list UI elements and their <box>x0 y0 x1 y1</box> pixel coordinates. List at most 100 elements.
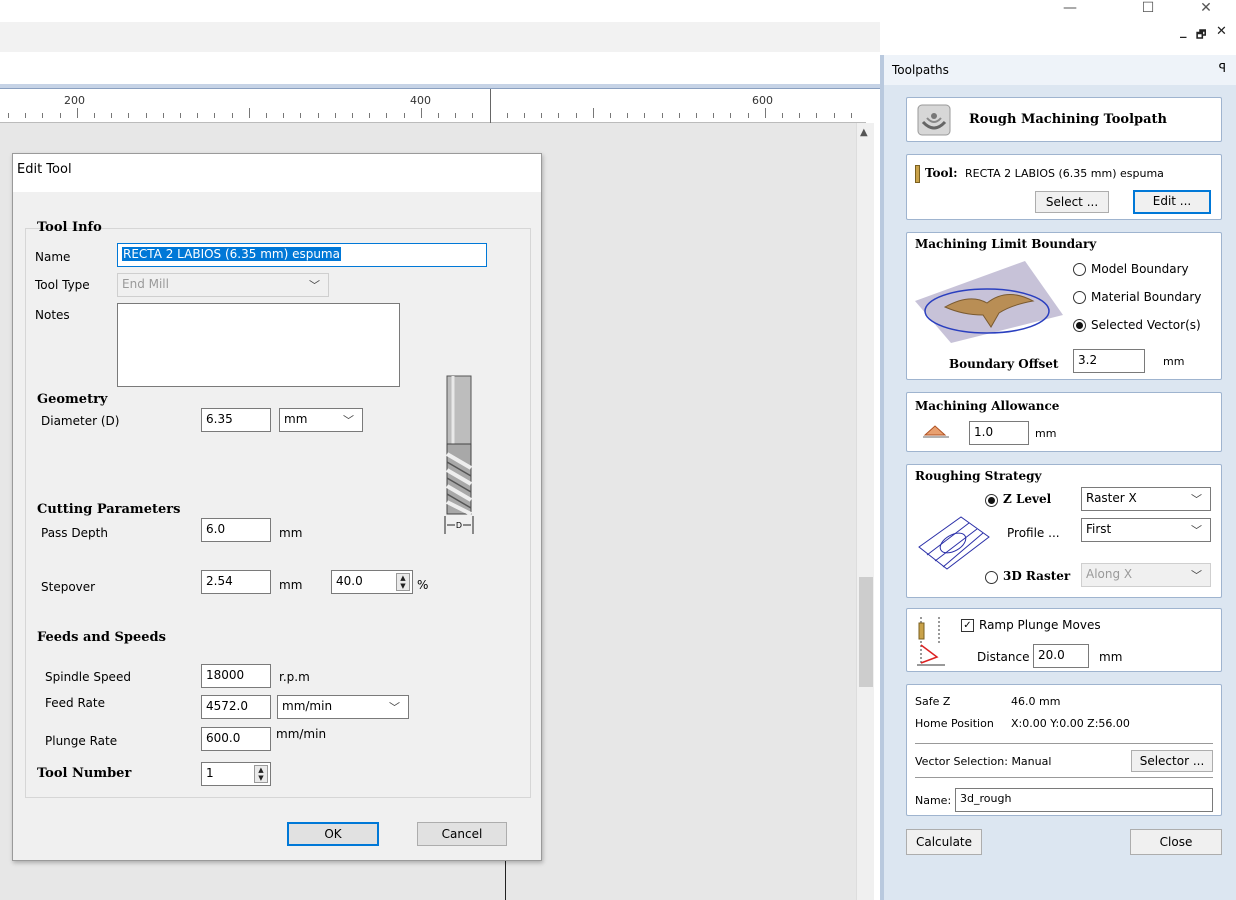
tool-name-selected-text: RECTA 2 LABIOS (6.35 mm) espuma <box>122 247 341 261</box>
diagram-d-label: D <box>456 521 462 530</box>
feed-rate-unit-select[interactable]: mm/min ﹀ <box>277 695 409 719</box>
ramp-plunge-checkbox[interactable]: ✓ <box>961 619 974 632</box>
ruler-tick <box>472 113 473 118</box>
ruler-tick <box>352 113 353 118</box>
percent-sign: % <box>417 578 429 592</box>
ruler-tick <box>558 113 559 118</box>
ruler-tick <box>593 108 594 118</box>
ruler-tick <box>610 113 611 118</box>
allowance-heading: Machining Allowance <box>915 399 1060 413</box>
tool-box: Tool: RECTA 2 LABIOS (6.35 mm) espuma Se… <box>906 154 1222 220</box>
notes-textarea[interactable] <box>117 303 400 387</box>
tool-type-value: End Mill <box>122 277 169 291</box>
selected-vectors-radio[interactable] <box>1073 319 1086 332</box>
cancel-button[interactable]: Cancel <box>417 822 507 846</box>
ruler-tick <box>180 113 181 118</box>
spindle-speed-field[interactable]: 18000 <box>201 664 271 688</box>
cutting-parameters-heading: Cutting Parameters <box>37 502 181 517</box>
tool-type-select[interactable]: End Mill ﹀ <box>117 273 329 297</box>
3d-raster-radio[interactable] <box>985 571 998 584</box>
stepover-field[interactable]: 2.54 <box>201 570 271 594</box>
ruler-tick <box>576 113 577 118</box>
selector-button[interactable]: Selector ... <box>1131 750 1213 772</box>
diameter-unit-value: mm <box>284 412 308 426</box>
ruler-label-600: 600 <box>752 94 773 107</box>
ruler-tick <box>249 108 250 118</box>
ruler-tick <box>644 113 645 118</box>
boundary-heading: Machining Limit Boundary <box>915 237 1097 251</box>
diameter-field[interactable]: 6.35 <box>201 408 271 432</box>
allowance-field[interactable]: 1.0 <box>969 421 1029 445</box>
ramp-distance-field[interactable]: 20.0 <box>1033 644 1089 668</box>
close-panel-button[interactable]: Close <box>1130 829 1222 855</box>
3d-raster-mode-select[interactable]: Along X ﹀ <box>1081 563 1211 587</box>
maximize-button[interactable]: ☐ <box>1130 0 1166 20</box>
diameter-unit-select[interactable]: mm ﹀ <box>279 408 363 432</box>
stepover-percent-field[interactable]: 40.0 ▲ ▼ <box>331 570 413 594</box>
safe-z-label: Safe Z <box>915 695 951 708</box>
ruler-tick <box>146 113 147 118</box>
boundary-offset-unit: mm <box>1163 355 1185 368</box>
safe-z-value: 46.0 mm <box>1011 695 1061 708</box>
scroll-up-icon[interactable]: ▲ <box>860 127 868 138</box>
calculate-button[interactable]: Calculate <box>906 829 982 855</box>
separator <box>915 777 1213 778</box>
ruler-tick <box>713 113 714 118</box>
3d-raster-mode-value: Along X <box>1086 567 1133 581</box>
ruler-tick <box>421 108 422 118</box>
select-tool-button[interactable]: Select ... <box>1035 191 1109 213</box>
scrollbar-thumb[interactable] <box>859 577 873 687</box>
tool-icon <box>915 165 920 183</box>
mdi-close-button[interactable]: ✕ <box>1216 24 1227 39</box>
panel-title: Toolpaths <box>884 55 1236 85</box>
z-level-radio[interactable] <box>985 494 998 507</box>
close-window-button[interactable]: ✕ <box>1188 0 1224 20</box>
boundary-offset-field[interactable]: 3.2 <box>1073 349 1145 373</box>
ruler-tick <box>541 113 542 118</box>
mdi-minimize-button[interactable]: _ <box>1180 24 1187 39</box>
machining-limit-boundary-box: Machining Limit Boundary Model Boundary … <box>906 232 1222 380</box>
ramp-plunge-box: ✓ Ramp Plunge Moves Distance 20.0 mm <box>906 608 1222 672</box>
plunge-rate-field[interactable]: 600.0 <box>201 727 271 751</box>
plunge-rate-unit: mm/min <box>276 727 327 741</box>
tool-number-field[interactable]: 1 ▲ ▼ <box>201 762 271 786</box>
ramp-plunge-label: Ramp Plunge Moves <box>979 618 1101 632</box>
spindle-speed-label: Spindle Speed <box>45 670 131 684</box>
ruler-tick <box>214 113 215 118</box>
ruler-divider <box>490 89 491 123</box>
spin-arrows-icon[interactable]: ▲ ▼ <box>396 573 410 591</box>
spin-arrows-icon[interactable]: ▲ ▼ <box>254 765 268 783</box>
ruler-tick <box>816 113 817 118</box>
pass-depth-label: Pass Depth <box>41 526 108 540</box>
edit-tool-button[interactable]: Edit ... <box>1133 190 1211 214</box>
tool-name-field[interactable]: RECTA 2 LABIOS (6.35 mm) espuma <box>117 243 487 267</box>
toolpath-header-box: Rough Machining Toolpath <box>906 97 1222 142</box>
ruler-tick <box>455 113 456 118</box>
material-boundary-radio[interactable] <box>1073 291 1086 304</box>
home-position-value: X:0.00 Y:0.00 Z:56.00 <box>1011 717 1130 730</box>
ruler-tick <box>524 113 525 118</box>
model-boundary-radio[interactable] <box>1073 263 1086 276</box>
distance-label: Distance <box>977 650 1030 664</box>
vertical-scrollbar[interactable]: ▲ <box>856 123 874 900</box>
ruler-tick <box>662 113 663 118</box>
feeds-speeds-heading: Feeds and Speeds <box>37 630 166 645</box>
toolpath-name-field[interactable]: 3d_rough <box>955 788 1213 812</box>
mdi-restore-button[interactable]: 🗗 <box>1196 26 1206 45</box>
ruler-tick <box>300 113 301 118</box>
ruler-tick <box>404 113 405 118</box>
ok-button[interactable]: OK <box>287 822 379 846</box>
ruler-tick <box>438 113 439 118</box>
profile-select[interactable]: First ﹀ <box>1081 518 1211 542</box>
profile-value: First <box>1086 522 1112 536</box>
pass-depth-field[interactable]: 6.0 <box>201 518 271 542</box>
chevron-down-icon: ﹀ <box>309 279 320 292</box>
pin-icon[interactable]: ꟼ <box>1219 61 1226 75</box>
z-level-mode-select[interactable]: Raster X ﹀ <box>1081 487 1211 511</box>
strategy-heading: Roughing Strategy <box>915 469 1042 483</box>
minimize-button[interactable]: — <box>1052 0 1088 20</box>
feed-rate-field[interactable]: 4572.0 <box>201 695 271 719</box>
diameter-label: Diameter (D) <box>41 414 120 428</box>
ruler-label-200: 200 <box>64 94 85 107</box>
toolpath-summary-box: Safe Z 46.0 mm Home Position X:0.00 Y:0.… <box>906 684 1222 816</box>
